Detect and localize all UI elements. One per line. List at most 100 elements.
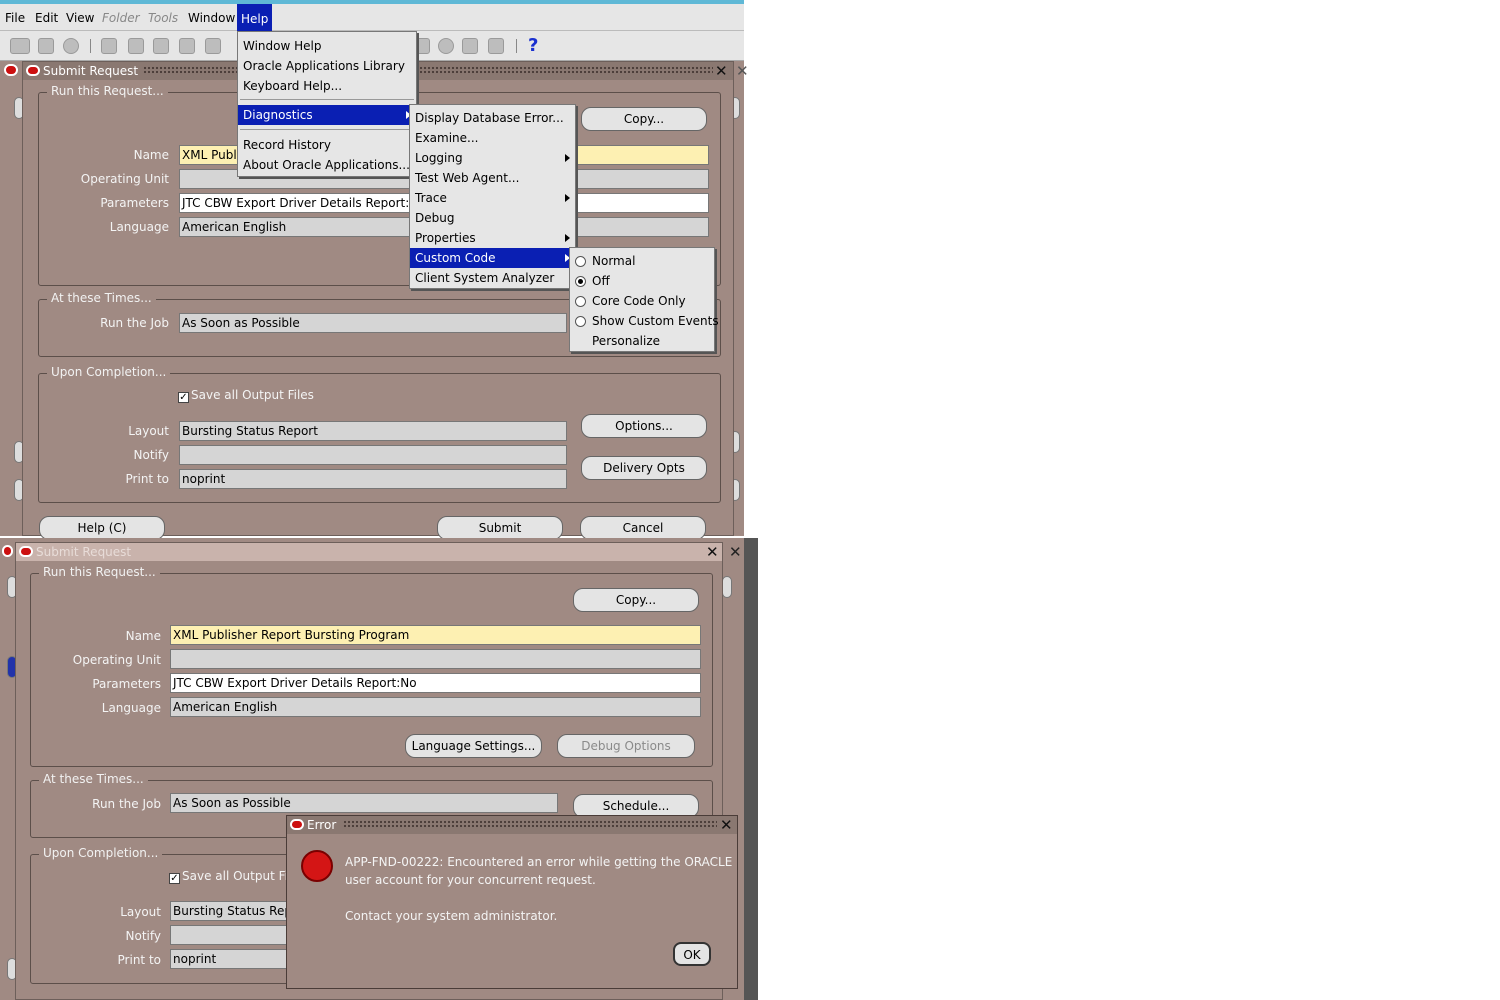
translations-icon[interactable] [488, 38, 504, 54]
paperclip-icon[interactable] [462, 38, 478, 54]
menu-item-logging[interactable]: Logging [410, 148, 575, 168]
menu-view[interactable]: View [66, 11, 94, 25]
copy-button[interactable]: Copy... [573, 588, 699, 612]
menu-item-applications-library[interactable]: Oracle Applications Library [238, 56, 416, 76]
menu-item-label: Custom Code [415, 251, 496, 265]
parameters-label: Parameters [100, 196, 169, 210]
group-label: At these Times... [47, 291, 156, 305]
print-to-label: Print to [117, 953, 161, 967]
alarm-bell-icon [301, 850, 333, 882]
new-record-icon[interactable] [10, 38, 30, 54]
menu-item-label: Off [592, 274, 610, 288]
submenu-arrow-icon [565, 234, 570, 242]
menu-separator [240, 129, 414, 130]
menu-item-core-code-only[interactable]: Core Code Only [570, 291, 714, 311]
window-title: Submit Request [36, 545, 132, 559]
notify-field[interactable] [179, 445, 567, 465]
print-to-label: Print to [125, 472, 169, 486]
toolbar-separator [516, 39, 517, 53]
debug-options-button: Debug Options [557, 734, 695, 758]
close-form-icon[interactable] [205, 38, 221, 54]
switch-responsibility-icon[interactable] [153, 38, 169, 54]
folder-tools-icon[interactable] [438, 38, 454, 54]
save-icon[interactable] [101, 38, 117, 54]
menu-window[interactable]: Window [188, 11, 235, 25]
error-message-line2: user account for your concurrent request… [345, 873, 596, 887]
menu-item-client-system-analyzer[interactable]: Client System Analyzer [410, 268, 575, 288]
window-title-bar: Submit Request [16, 543, 722, 561]
run-job-field[interactable]: As Soon as Possible [170, 793, 558, 813]
menu-item-keyboard-help[interactable]: Keyboard Help... [238, 76, 416, 96]
menu-item-personalize[interactable]: Personalize [570, 331, 714, 351]
save-output-label: Save all Output Files [191, 388, 314, 402]
oracle-logo-icon [2, 545, 13, 557]
edge-control [722, 576, 732, 598]
menu-item-record-history[interactable]: Record History [238, 135, 416, 155]
menu-item-properties[interactable]: Properties [410, 228, 575, 248]
close-icon[interactable]: ✕ [736, 62, 749, 80]
language-settings-button[interactable]: Language Settings... [405, 734, 542, 758]
copy-button[interactable]: Copy... [581, 107, 707, 131]
dialog-title: Error [307, 818, 337, 832]
notify-label: Notify [133, 448, 169, 462]
menu-item-window-help[interactable]: Window Help [238, 36, 416, 56]
menu-item-label: Trace [415, 191, 447, 205]
help-button[interactable]: Help (C) [39, 516, 165, 540]
error-dialog: Error ✕ APP-FND-00222: Encountered an er… [286, 815, 738, 989]
operating-unit-label: Operating Unit [72, 653, 161, 667]
save-output-checkbox[interactable]: ✓ Save all Output Files [178, 388, 314, 403]
oracle-logo-icon [26, 65, 40, 76]
print-to-field[interactable]: noprint [179, 469, 567, 489]
menu-item-custom-code[interactable]: Custom Code [410, 248, 575, 268]
menu-item-examine[interactable]: Examine... [410, 128, 575, 148]
menu-folder: Folder [102, 11, 140, 25]
parameters-field[interactable]: JTC CBW Export Driver Details Report:No [170, 673, 701, 693]
submit-button[interactable]: Submit [437, 516, 563, 540]
menu-item-about[interactable]: About Oracle Applications... [238, 155, 416, 175]
menu-help[interactable]: Help [237, 4, 273, 31]
menu-item-normal[interactable]: Normal [570, 251, 714, 271]
language-label: Language [109, 220, 169, 234]
layout-label: Layout [128, 424, 169, 438]
menu-item-display-db-error[interactable]: Display Database Error... [410, 108, 575, 128]
menu-item-test-web-agent[interactable]: Test Web Agent... [410, 168, 575, 188]
group-label: Run this Request... [47, 84, 168, 98]
error-message-line1: APP-FND-00222: Encountered an error whil… [345, 855, 733, 869]
find-icon[interactable] [38, 38, 54, 54]
options-button[interactable]: Options... [581, 414, 707, 438]
ok-button[interactable]: OK [673, 942, 711, 966]
close-icon[interactable]: ✕ [720, 816, 733, 834]
navigate-icon[interactable] [63, 38, 79, 54]
close-icon[interactable]: ✕ [706, 543, 719, 561]
cancel-button[interactable]: Cancel [580, 516, 706, 540]
menu-item-label: Logging [415, 151, 463, 165]
close-icon[interactable]: ✕ [729, 543, 742, 561]
menu-item-show-custom-events[interactable]: Show Custom Events [570, 311, 719, 331]
help-icon[interactable]: ? [528, 35, 538, 56]
upon-completion-group: Upon Completion... ✓ Save all Output File… [38, 365, 721, 503]
print-icon[interactable] [179, 38, 195, 54]
menu-edit[interactable]: Edit [35, 11, 58, 25]
delivery-opts-button[interactable]: Delivery Opts [581, 456, 707, 480]
dialog-title-bar: Error [287, 816, 737, 834]
menu-item-label: Show Custom Events [592, 314, 719, 328]
layout-field[interactable]: Bursting Status Report [179, 421, 567, 441]
menu-bar: File Edit View Folder Tools Window Help [0, 4, 744, 31]
menu-item-trace[interactable]: Trace [410, 188, 575, 208]
next-step-icon[interactable] [128, 38, 144, 54]
name-label: Name [133, 148, 169, 162]
name-label: Name [125, 629, 161, 643]
menu-item-off[interactable]: Off [570, 271, 714, 291]
language-field[interactable]: American English [170, 697, 701, 717]
menu-item-diagnostics[interactable]: Diagnostics [238, 105, 416, 125]
name-field[interactable]: XML Publisher Report Bursting Program [170, 625, 701, 645]
operating-unit-field[interactable] [170, 649, 701, 669]
menu-file[interactable]: File [5, 11, 25, 25]
save-output-checkbox[interactable]: ✓ Save all Output Fi [169, 869, 288, 884]
submenu-arrow-icon [565, 194, 570, 202]
close-icon[interactable]: ✕ [715, 62, 728, 80]
run-job-field[interactable]: As Soon as Possible [179, 313, 567, 333]
error-message-line3: Contact your system administrator. [345, 909, 558, 923]
menu-item-debug[interactable]: Debug [410, 208, 575, 228]
submenu-arrow-icon [565, 154, 570, 162]
